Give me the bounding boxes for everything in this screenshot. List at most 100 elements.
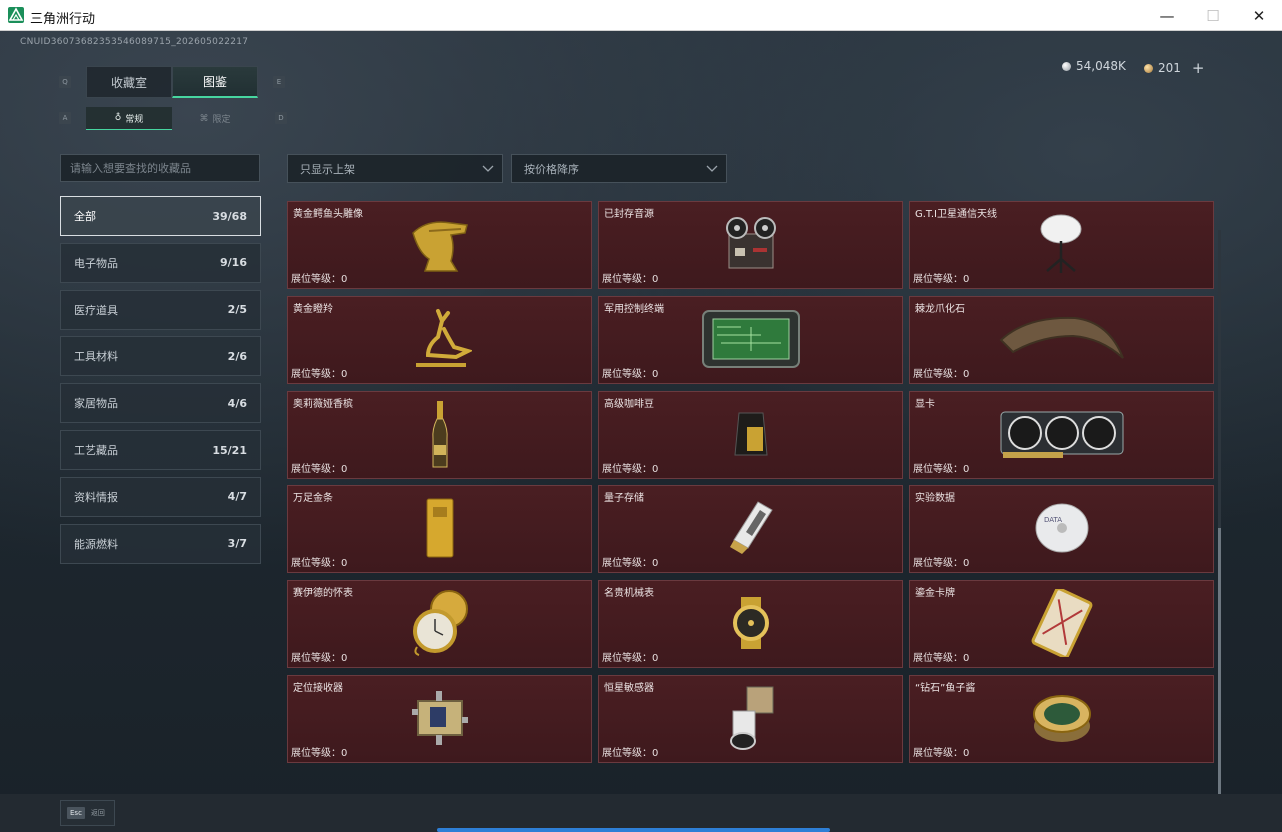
collection-card[interactable]: 量子存储展位等级：0 bbox=[598, 485, 903, 574]
key-hint-q: Q bbox=[59, 76, 71, 88]
player-uid: CNUID3607368235354608971​5_202605022217 bbox=[20, 37, 249, 47]
item-name: 量子存储 bbox=[604, 493, 644, 505]
maximize-button[interactable]: ☐ bbox=[1190, 0, 1236, 31]
collection-card[interactable]: G.T.I卫星通信天线 展位等级：0 bbox=[909, 201, 1214, 289]
category-count: 2/5 bbox=[227, 303, 247, 317]
item-name: 万足金条 bbox=[293, 493, 333, 505]
back-button[interactable]: Esc 返回 bbox=[60, 800, 115, 826]
tab-catalog[interactable]: 图鉴 bbox=[172, 66, 258, 98]
display-level: 展位等级：0 bbox=[913, 368, 970, 380]
minimize-button[interactable]: — bbox=[1144, 0, 1190, 31]
category-item[interactable]: 电子物品 9/16 bbox=[60, 242, 261, 283]
display-level: 展位等级：0 bbox=[291, 653, 348, 665]
display-level: 展位等级：0 bbox=[291, 274, 348, 285]
item-name: 军用控制终端 bbox=[604, 303, 664, 315]
subtab-regular[interactable]: ♁ 常规 bbox=[86, 107, 172, 130]
item-name: 定位接收器 bbox=[293, 683, 343, 694]
collection-card[interactable]: 鎏金卡牌 展位等级：0 bbox=[909, 580, 1214, 669]
key-hint-e: E bbox=[273, 76, 285, 88]
category-item[interactable]: 全部 39/68 bbox=[60, 196, 261, 236]
shelf-filter-dropdown[interactable]: 只显示上架 bbox=[287, 154, 503, 183]
grid-scrollbar[interactable] bbox=[1218, 230, 1221, 796]
display-level: 展位等级：0 bbox=[913, 558, 970, 570]
category-label: 家居物品 bbox=[74, 397, 118, 411]
item-name: 恒星敏感器 bbox=[604, 683, 654, 694]
display-level: 展位等级：0 bbox=[602, 368, 659, 380]
category-count: 4/6 bbox=[227, 396, 247, 410]
collection-card[interactable]: 高级咖啡豆展位等级：0 bbox=[598, 390, 903, 479]
display-level: 展位等级：0 bbox=[291, 368, 348, 380]
collection-card[interactable]: 显卡 展位等级：0 bbox=[909, 390, 1214, 479]
display-level: 展位等级：0 bbox=[291, 558, 348, 570]
category-item[interactable]: 家居物品 4/6 bbox=[60, 383, 261, 424]
gilded-card-icon bbox=[1027, 587, 1097, 661]
collection-card[interactable]: 定位接收器 展位等级：0 bbox=[287, 675, 592, 763]
collection-card[interactable]: “钻石”鱼子酱 展位等级：0 bbox=[909, 675, 1214, 763]
item-name: 黄金瞪羚 bbox=[293, 303, 333, 315]
sort-value: 按价格降序 bbox=[524, 162, 579, 176]
bottom-bar bbox=[0, 794, 1282, 832]
collection-card[interactable]: 名贵机械表展位等级：0 bbox=[598, 580, 903, 669]
claw-fossil-icon bbox=[997, 312, 1127, 370]
subtab-limited[interactable]: ⌘ 限定 bbox=[172, 107, 258, 130]
control-terminal-icon bbox=[701, 307, 801, 375]
display-level: 展位等级：0 bbox=[913, 748, 970, 759]
display-level: 展位等级：0 bbox=[602, 653, 659, 665]
graphics-card-icon bbox=[999, 408, 1125, 464]
close-button[interactable]: ✕ bbox=[1236, 0, 1282, 31]
item-name: 名贵机械表 bbox=[604, 588, 654, 600]
collection-card[interactable]: 实验数据 DATA 展位等级：0 bbox=[909, 485, 1214, 574]
category-label: 全部 bbox=[74, 210, 96, 223]
item-name: 显卡 bbox=[915, 398, 935, 410]
category-item[interactable]: 资料情报 4/7 bbox=[60, 476, 261, 517]
collection-card[interactable]: 奥莉薇娅香槟 展位等级：0 bbox=[287, 390, 592, 479]
category-label: 能源燃料 bbox=[74, 537, 118, 551]
item-name: 高级咖啡豆 bbox=[604, 398, 654, 410]
game-viewport: CNUID3607368235354608971​5_202605022217 … bbox=[0, 31, 1282, 832]
collection-search-input[interactable] bbox=[60, 154, 260, 182]
item-name: 已封存音源 bbox=[604, 209, 654, 220]
collection-card[interactable]: 万足金条展位等级：0 bbox=[287, 485, 592, 574]
chevron-down-icon bbox=[706, 165, 718, 172]
collection-card[interactable]: 赛伊德的怀表 展位等级：0 bbox=[287, 580, 592, 669]
collection-card[interactable]: 恒星敏感器 展位等级：0 bbox=[598, 675, 903, 763]
tab-collection-room[interactable]: 收藏室 bbox=[86, 66, 172, 98]
esc-key-hint: Esc bbox=[67, 807, 85, 819]
item-name: 棘龙爪化石 bbox=[915, 303, 965, 315]
gold-gazelle-icon bbox=[408, 307, 473, 375]
category-item[interactable]: 工艺藏品 15/21 bbox=[60, 430, 261, 470]
collection-card[interactable]: 黄金鳄鱼头雕像 展位等级：0 bbox=[287, 201, 592, 289]
disc-icon: DATA bbox=[1034, 502, 1090, 558]
scrollbar-thumb[interactable] bbox=[1218, 528, 1221, 796]
window-titlebar: 三角洲行动 — ☐ ✕ bbox=[0, 0, 1282, 31]
champagne-bottle-icon bbox=[430, 399, 450, 473]
gold-amount: 201 bbox=[1158, 61, 1181, 75]
category-count: 39/68 bbox=[212, 209, 247, 223]
display-level: 展位等级：0 bbox=[913, 653, 970, 665]
collection-card[interactable]: 黄金瞪羚展位等级：0 bbox=[287, 295, 592, 384]
display-level: 展位等级：0 bbox=[602, 558, 659, 570]
category-label: 医疗道具 bbox=[74, 303, 118, 317]
collection-card[interactable]: 棘龙爪化石展位等级：0 bbox=[909, 295, 1214, 384]
window-title: 三角洲行动 bbox=[30, 12, 96, 27]
category-item[interactable]: 医疗道具 2/5 bbox=[60, 289, 261, 330]
loading-progress-bar bbox=[437, 828, 830, 832]
category-item[interactable]: 能源燃料 3/7 bbox=[60, 523, 261, 564]
display-level: 展位等级：0 bbox=[602, 463, 659, 475]
add-currency-button[interactable]: + bbox=[1192, 59, 1205, 77]
item-name: 奥莉薇娅香槟 bbox=[293, 398, 353, 410]
gold-crocodile-head-icon bbox=[407, 213, 473, 279]
collection-card[interactable]: 已封存音源 展位等级：0 bbox=[598, 201, 903, 289]
category-item[interactable]: 工具材料 2/6 bbox=[60, 336, 261, 377]
item-name: G.T.I卫星通信天线 bbox=[915, 209, 997, 220]
app-logo-icon bbox=[8, 7, 24, 23]
gold-bar-icon bbox=[425, 497, 455, 563]
item-name: 黄金鳄鱼头雕像 bbox=[293, 209, 363, 220]
collection-card[interactable]: 军用控制终端 展位等级：0 bbox=[598, 295, 903, 384]
category-label: 电子物品 bbox=[74, 256, 118, 270]
item-name: 实验数据 bbox=[915, 493, 955, 505]
shelf-filter-value: 只显示上架 bbox=[300, 162, 355, 176]
category-count: 2/6 bbox=[227, 349, 247, 363]
svg-text:DATA: DATA bbox=[1044, 516, 1062, 524]
sort-dropdown[interactable]: 按价格降序 bbox=[511, 154, 727, 183]
